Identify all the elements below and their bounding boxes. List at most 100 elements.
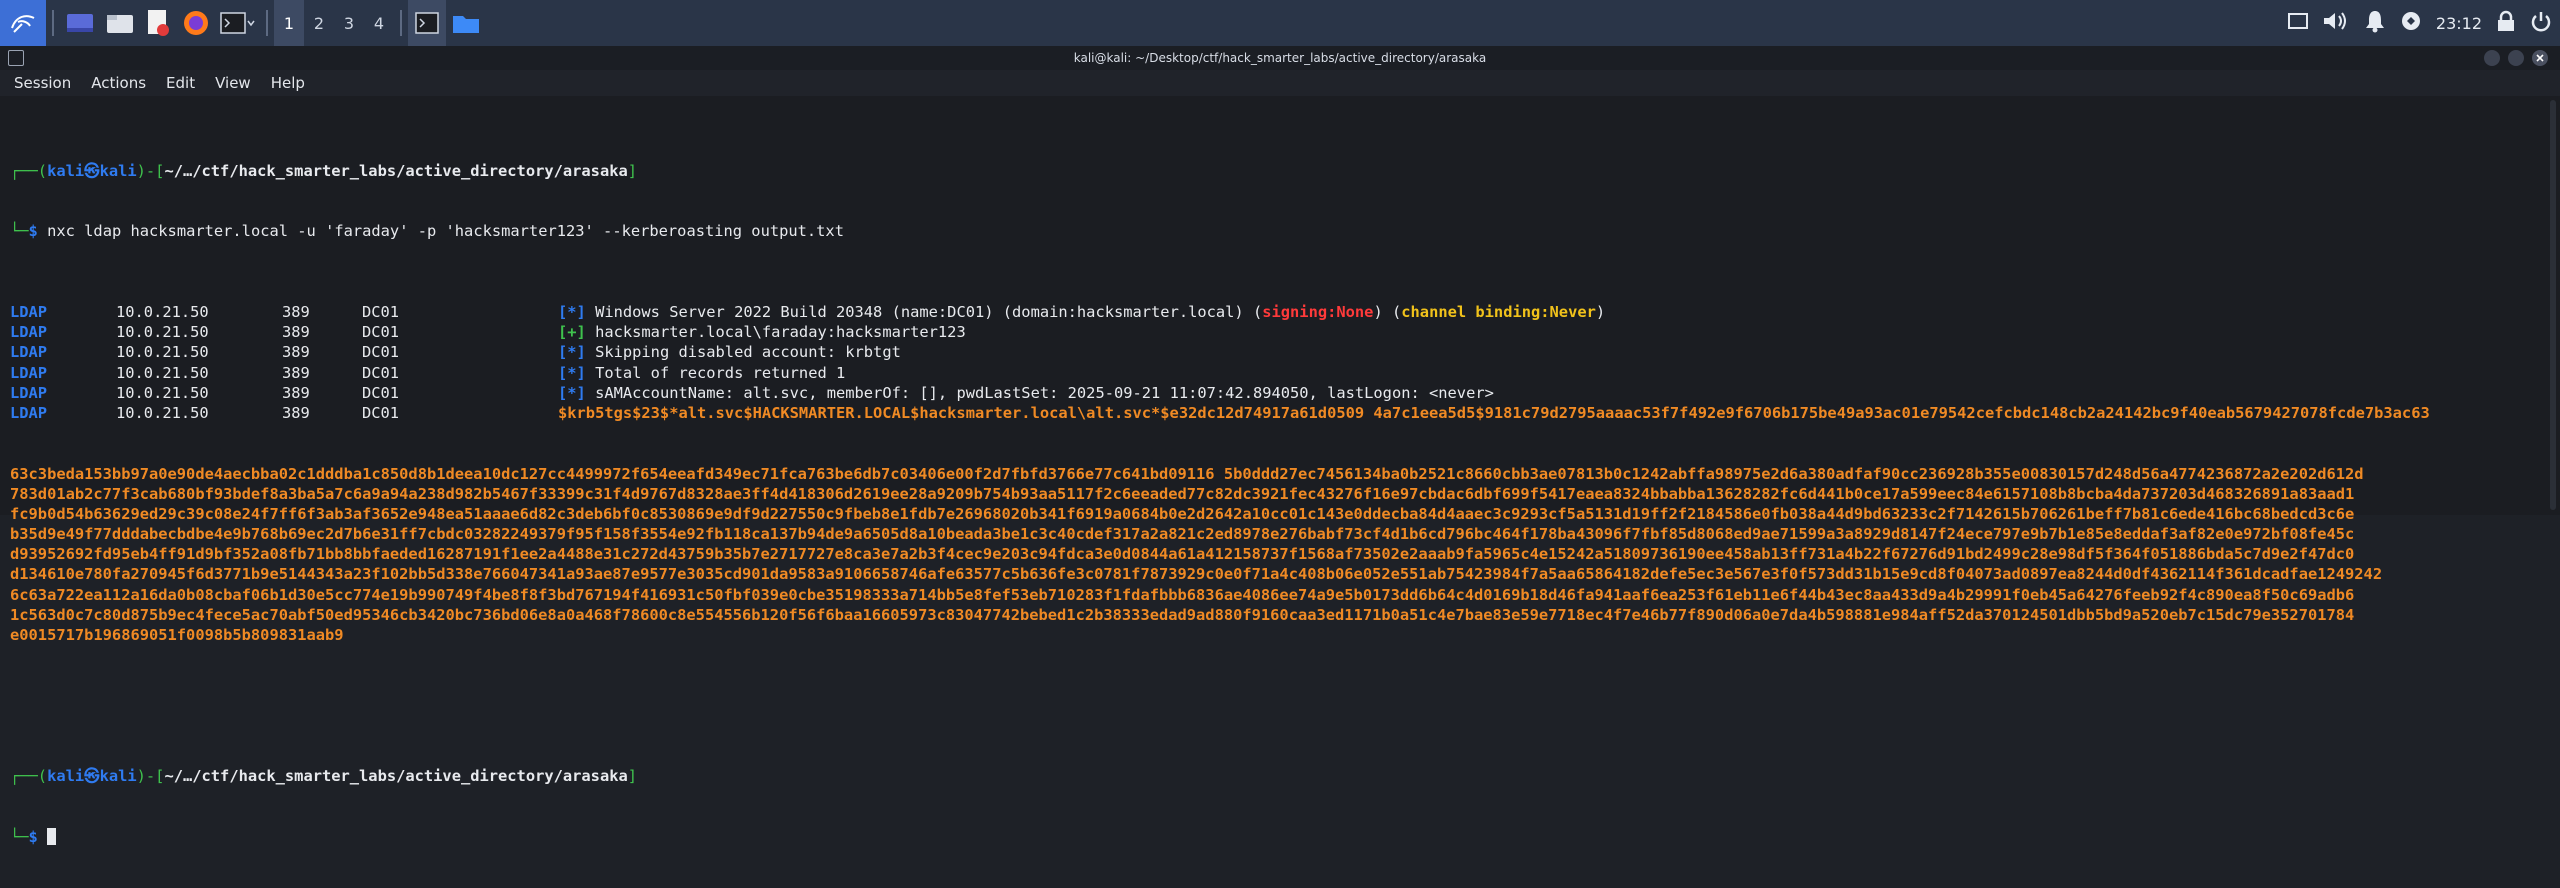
hash-text: d134610e780fa270945f6d3771b9e5144343a23f… <box>10 565 2383 584</box>
hash-line: b35d9e49f77dddabecbdbe4e9b768b69ec2d7b6e… <box>10 524 2546 544</box>
prompt-line: ┌──(kali㉿kali)-[~/…/ctf/hack_smarter_lab… <box>10 161 638 180</box>
ip-cell: 10.0.21.50 <box>116 403 209 422</box>
status-tag: [*] <box>558 303 596 321</box>
panel-separator <box>266 10 268 36</box>
host-cell: DC01 <box>362 383 400 402</box>
host-cell: DC01 <box>362 403 400 422</box>
hash-line: e0015717b196869051f0098b5b809831aab9 <box>10 625 2546 645</box>
text-editor-icon[interactable] <box>140 0 176 46</box>
output-row: LDAP 10.0.21.50 389 DC01 [*] Skipping disabl… <box>10 342 2546 362</box>
message-text: Skipping disabled account: krbtgt <box>595 343 901 362</box>
message-text: Windows Server 2022 Build 20348 (name:DC… <box>595 303 1263 321</box>
protocol-cell: LDAP <box>10 303 48 321</box>
hash-text: 6c63a722ea112a16da0b08cbaf06b1d30e5cc774… <box>10 585 2355 604</box>
message-text: hacksmarter.local\faraday:hacksmarter123 <box>595 323 966 342</box>
hash-text: d93952692fd95eb4ff91d9bf352a08fb71bb8bbf… <box>10 545 2355 564</box>
maximize-button[interactable] <box>2508 50 2524 66</box>
hash-text: 63c3beda153bb97a0e90de4aecbba02c1dddba1c… <box>10 464 2364 483</box>
hash-line: $krb5tgs$23$*alt.svc$HACKSMARTER.LOCAL$h… <box>558 403 2430 422</box>
menu-actions[interactable]: Actions <box>91 74 146 92</box>
terminal-scrollbar[interactable] <box>2550 100 2556 510</box>
message-text: Total of records returned 1 <box>595 363 846 382</box>
menu-view[interactable]: View <box>215 74 251 92</box>
hash-text: b35d9e49f77dddabecbdbe4e9b768b69ec2d7b6e… <box>10 525 2355 544</box>
ip-cell: 10.0.21.50 <box>116 303 209 321</box>
kali-menu-icon[interactable] <box>0 0 46 46</box>
network-icon[interactable] <box>2400 10 2422 36</box>
status-tag: [+] <box>558 323 596 342</box>
clock[interactable]: 23:12 <box>2436 14 2482 33</box>
ip-cell: 10.0.21.50 <box>116 343 209 362</box>
menu-edit[interactable]: Edit <box>166 74 195 92</box>
hash-text: 1c563d0c7c80d875b9ec4fece5ac70abf50ed953… <box>10 605 2355 624</box>
separator-text: ) <box>1595 303 1606 321</box>
taskbar-terminal-icon[interactable] <box>408 0 446 46</box>
prompt-line: ┌──(kali㉿kali)-[~/…/ctf/hack_smarter_lab… <box>10 767 638 786</box>
ip-cell: 10.0.21.50 <box>116 323 209 342</box>
hash-line: 6c63a722ea112a16da0b08cbaf06b1d30e5cc774… <box>10 585 2546 605</box>
output-rows: LDAP 10.0.21.50 389 DC01 [*] Windows Server … <box>10 302 2546 423</box>
output-row: LDAP 10.0.21.50 389 DC01 [*] Windows Server … <box>10 302 2546 322</box>
ip-cell: 10.0.21.50 <box>116 363 209 382</box>
channel-binding-label: channel binding: <box>1401 303 1550 321</box>
hash-line: fc9b0d54b63629ed29c39c08e24f7ff6f3ab3af3… <box>10 504 2546 524</box>
notifications-icon[interactable] <box>2364 9 2386 37</box>
command-line: └─$ <box>10 827 2546 847</box>
workspace-4[interactable]: 4 <box>364 0 394 46</box>
protocol-cell: LDAP <box>10 343 48 362</box>
hash-line: 63c3beda153bb97a0e90de4aecbba02c1dddba1c… <box>10 464 2546 484</box>
taskbar-folder-icon[interactable] <box>446 0 486 46</box>
panel-separator <box>400 10 402 36</box>
command-text: nxc ldap hacksmarter.local -u 'faraday' … <box>47 222 844 241</box>
text-cursor <box>47 828 57 846</box>
menu-session[interactable]: Session <box>14 74 71 92</box>
protocol-cell: LDAP <box>10 363 48 382</box>
port-cell: 389 <box>282 383 310 402</box>
firefox-icon[interactable] <box>176 0 216 46</box>
top-panel: 1 2 3 4 23:12 <box>0 0 2560 46</box>
terminal-area[interactable]: ┌──(kali㉿kali)-[~/…/ctf/hack_smarter_lab… <box>0 96 2560 846</box>
signing-label: signing: <box>1262 303 1337 321</box>
host-cell: DC01 <box>362 343 400 362</box>
close-button[interactable] <box>2532 50 2548 66</box>
port-cell: 389 <box>282 323 310 342</box>
window-icon[interactable] <box>2287 12 2308 34</box>
power-icon[interactable] <box>2530 10 2552 36</box>
show-desktop-icon[interactable] <box>60 0 100 46</box>
status-tag: [*] <box>558 363 596 382</box>
lock-screen-icon[interactable] <box>2496 10 2516 36</box>
hash-line: d134610e780fa270945f6d3771b9e5144343a23f… <box>10 564 2546 584</box>
output-row: LDAP 10.0.21.50 389 DC01 [+] hacksmarter.loc… <box>10 322 2546 342</box>
signing-value: None <box>1336 303 1374 321</box>
port-cell: 389 <box>282 363 310 382</box>
status-tag: [*] <box>558 383 596 402</box>
terminal-launcher-icon[interactable] <box>216 0 260 46</box>
window-title: kali@kali: ~/Desktop/ctf/hack_smarter_la… <box>1073 51 1487 65</box>
output-row: LDAP 10.0.21.50 389 DC01 [*] sAMAccountName:… <box>10 383 2546 403</box>
ip-cell: 10.0.21.50 <box>116 383 209 402</box>
workspace-3[interactable]: 3 <box>334 0 364 46</box>
command-line: └─$ nxc ldap hacksmarter.local -u 'farad… <box>10 222 844 241</box>
hash-line: 1c563d0c7c80d875b9ec4fece5ac70abf50ed953… <box>10 605 2546 625</box>
protocol-cell: LDAP <box>10 383 48 402</box>
message-text: sAMAccountName: alt.svc, memberOf: [], p… <box>595 383 1494 402</box>
system-tray: 23:12 <box>2287 0 2560 46</box>
window-titlebar[interactable]: kali@kali: ~/Desktop/ctf/hack_smarter_la… <box>0 46 2560 70</box>
menu-help[interactable]: Help <box>271 74 305 92</box>
file-manager-icon[interactable] <box>100 0 140 46</box>
host-cell: DC01 <box>362 363 400 382</box>
kerberos-hash: 63c3beda153bb97a0e90de4aecbba02c1dddba1c… <box>10 464 2546 646</box>
workspace-2[interactable]: 2 <box>304 0 334 46</box>
terminal-output: ┌──(kali㉿kali)-[~/…/ctf/hack_smarter_lab… <box>10 100 2546 888</box>
workspace-1[interactable]: 1 <box>274 0 304 46</box>
protocol-cell: LDAP <box>10 323 48 342</box>
volume-icon[interactable] <box>2322 10 2350 36</box>
hash-text: fc9b0d54b63629ed29c39c08e24f7ff6f3ab3af3… <box>10 504 2355 523</box>
output-row: LDAP 10.0.21.50 389 DC01 [*] Total of record… <box>10 363 2546 383</box>
hash-line: d93952692fd95eb4ff91d9bf352a08fb71bb8bbf… <box>10 544 2546 564</box>
port-cell: 389 <box>282 403 310 422</box>
minimize-button[interactable] <box>2484 50 2500 66</box>
separator-text: ) ( <box>1373 303 1402 321</box>
hash-text: e0015717b196869051f0098b5b809831aab9 <box>10 626 344 645</box>
